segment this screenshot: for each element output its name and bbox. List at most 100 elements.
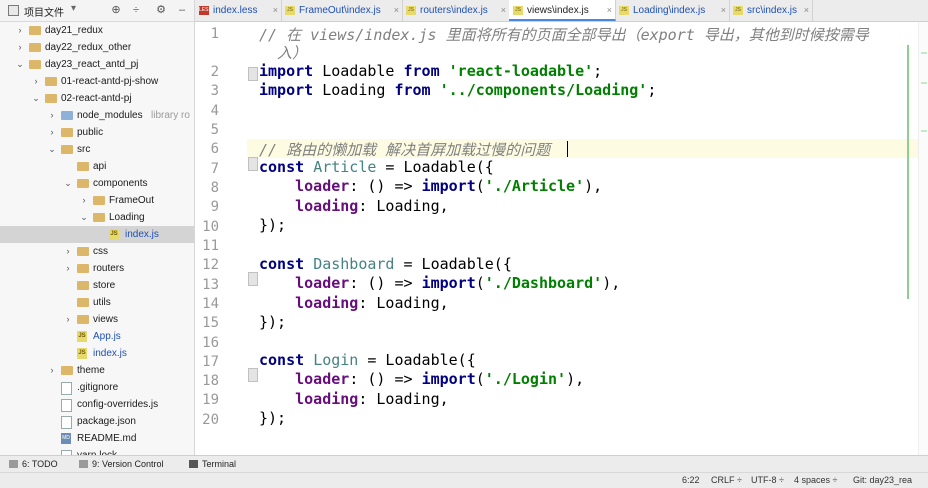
editor-tab[interactable]: JS FrameOut\index.js ×	[281, 0, 403, 21]
file-encoding[interactable]: UTF-8 ÷	[751, 473, 784, 488]
chevron-right-icon[interactable]: ›	[15, 22, 25, 39]
code-area[interactable]: // 在 views/index.js 里面将所有的页面全部导出（export …	[195, 22, 915, 455]
fold-marker-icon[interactable]	[248, 157, 258, 171]
chevron-right-icon[interactable]: ›	[47, 124, 57, 141]
tree-item[interactable]: ⌄ Loading	[0, 209, 194, 226]
tree-item[interactable]: ⌄ day23_react_antd_pj	[0, 56, 194, 73]
code-line[interactable]: // 在 views/index.js 里面将所有的页面全部导出（export …	[259, 24, 869, 45]
todo-button[interactable]: 6: TODO	[9, 456, 58, 472]
tree-item[interactable]: JS index.js	[0, 226, 194, 243]
tree-item[interactable]: › views	[0, 311, 194, 328]
code-line[interactable]: loader: () => import('./Dashboard'),	[259, 274, 620, 292]
tree-item[interactable]: MD README.md	[0, 430, 194, 447]
gear-icon[interactable]: ⚙	[154, 3, 168, 17]
fold-marker-icon[interactable]	[248, 272, 258, 286]
chevron-right-icon[interactable]: ›	[31, 73, 41, 90]
tree-item[interactable]: › node_modules library ro	[0, 107, 194, 124]
tree-item[interactable]: › day22_redux_other	[0, 39, 194, 56]
code-line[interactable]: const Article = Loadable({	[259, 158, 494, 176]
tree-item[interactable]: › theme	[0, 362, 194, 379]
chevron-down-icon[interactable]: ▾	[71, 3, 76, 14]
git-branch[interactable]: Git: day23_rea	[853, 473, 912, 488]
version-control-label: 9: Version Control	[92, 459, 164, 469]
terminal-button[interactable]: Terminal	[189, 456, 236, 472]
close-icon[interactable]: ×	[501, 0, 506, 21]
code-line[interactable]: const Dashboard = Loadable({	[259, 255, 512, 273]
tree-item-label: css	[93, 246, 108, 257]
chevron-right-icon[interactable]: ›	[15, 39, 25, 56]
close-icon[interactable]: ×	[273, 0, 278, 21]
tree-item[interactable]: › 01-react-antd-pj-show	[0, 73, 194, 90]
editor-tab[interactable]: JS views\index.js ×	[509, 0, 616, 21]
chevron-right-icon[interactable]: ›	[63, 311, 73, 328]
close-icon[interactable]: ×	[804, 0, 809, 21]
tree-item[interactable]: ⌄ src	[0, 141, 194, 158]
editor-tab[interactable]: JS Loading\index.js ×	[615, 0, 730, 21]
tree-item[interactable]: package.json	[0, 413, 194, 430]
chevron-right-icon[interactable]: ›	[63, 243, 73, 260]
tree-item[interactable]: › public	[0, 124, 194, 141]
tree-item[interactable]: config-overrides.js	[0, 396, 194, 413]
chevron-right-icon[interactable]: ›	[47, 107, 57, 124]
tree-item[interactable]: ⌄ 02-react-antd-pj	[0, 90, 194, 107]
collapse-icon[interactable]: ÷	[129, 3, 143, 17]
code-line[interactable]: import Loadable from 'react-loadable';	[259, 62, 602, 80]
code-line[interactable]: import Loading from '../components/Loadi…	[259, 81, 656, 99]
tree-item[interactable]: utils	[0, 294, 194, 311]
editor-tab[interactable]: JS routers\index.js ×	[402, 0, 510, 21]
chevron-right-icon[interactable]: ›	[47, 362, 57, 379]
tree-item[interactable]: yarn.lock	[0, 447, 194, 455]
chevron-right-icon[interactable]: ›	[79, 192, 89, 209]
code-line[interactable]: });	[259, 409, 286, 427]
folder-icon	[77, 247, 89, 256]
code-line[interactable]: loading: Loading,	[259, 197, 449, 215]
code-token: 入）	[259, 44, 308, 62]
code-token: ),	[602, 274, 621, 292]
hide-icon[interactable]: –	[175, 3, 189, 17]
editor-tab[interactable]: JS src\index.js ×	[729, 0, 813, 21]
code-line[interactable]: });	[259, 313, 286, 331]
code-line[interactable]: loading: Loading,	[259, 390, 449, 408]
close-icon[interactable]: ×	[721, 0, 726, 21]
code-line[interactable]: loader: () => import('./Article'),	[259, 177, 602, 195]
code-line[interactable]: loader: () => import('./Login'),	[259, 370, 584, 388]
code-line[interactable]: loading: Loading,	[259, 294, 449, 312]
code-editor[interactable]: 1 2 3 4 5 6 7 8 9 10 11 12 13 14 15 16 17 18 19 20 // 在 vie…	[195, 22, 928, 455]
chevron-down-icon[interactable]: ⌄	[47, 141, 57, 158]
editor-tab[interactable]: LESS index.less ×	[195, 0, 282, 21]
code-line[interactable]: // 路由的懒加载 解决首屏加载过慢的问题	[259, 139, 550, 160]
line-separator[interactable]: CRLF ÷	[711, 473, 742, 488]
chevron-down-icon[interactable]: ⌄	[63, 175, 73, 192]
chevron-down-icon[interactable]: ⌄	[79, 209, 89, 226]
code-token: loading	[295, 390, 359, 408]
tree-item-label: day21_redux	[45, 25, 103, 36]
fold-marker-icon[interactable]	[248, 67, 258, 81]
fold-marker-icon[interactable]	[248, 368, 258, 382]
code-line[interactable]: const Login = Loadable({	[259, 351, 476, 369]
locate-icon[interactable]: ⊕	[109, 3, 123, 17]
chevron-down-icon[interactable]: ⌄	[31, 90, 41, 107]
code-line[interactable]: 入）	[259, 42, 307, 63]
chevron-right-icon[interactable]: ›	[63, 260, 73, 277]
caret-position[interactable]: 6:22	[682, 473, 700, 488]
code-line[interactable]: });	[259, 216, 286, 234]
tree-item[interactable]: store	[0, 277, 194, 294]
chevron-down-icon[interactable]: ⌄	[15, 56, 25, 73]
close-icon[interactable]: ×	[607, 0, 612, 21]
editor-scrollbar[interactable]	[918, 22, 928, 455]
tree-item[interactable]: .gitignore	[0, 379, 194, 396]
code-token: './Login'	[484, 370, 567, 388]
close-icon[interactable]: ×	[394, 0, 399, 21]
tree-item[interactable]: › FrameOut	[0, 192, 194, 209]
tree-item[interactable]: › day21_redux	[0, 22, 194, 39]
markdown-file-icon: MD	[61, 433, 71, 444]
tree-item[interactable]: › routers	[0, 260, 194, 277]
project-panel-title[interactable]: 项目文件	[24, 4, 64, 19]
tree-item[interactable]: › css	[0, 243, 194, 260]
tree-item[interactable]: JS index.js	[0, 345, 194, 362]
indent-setting[interactable]: 4 spaces ÷	[794, 473, 837, 488]
tree-item[interactable]: ⌄ components	[0, 175, 194, 192]
tree-item[interactable]: JS App.js	[0, 328, 194, 345]
tree-item[interactable]: api	[0, 158, 194, 175]
version-control-button[interactable]: 9: Version Control	[79, 456, 164, 472]
